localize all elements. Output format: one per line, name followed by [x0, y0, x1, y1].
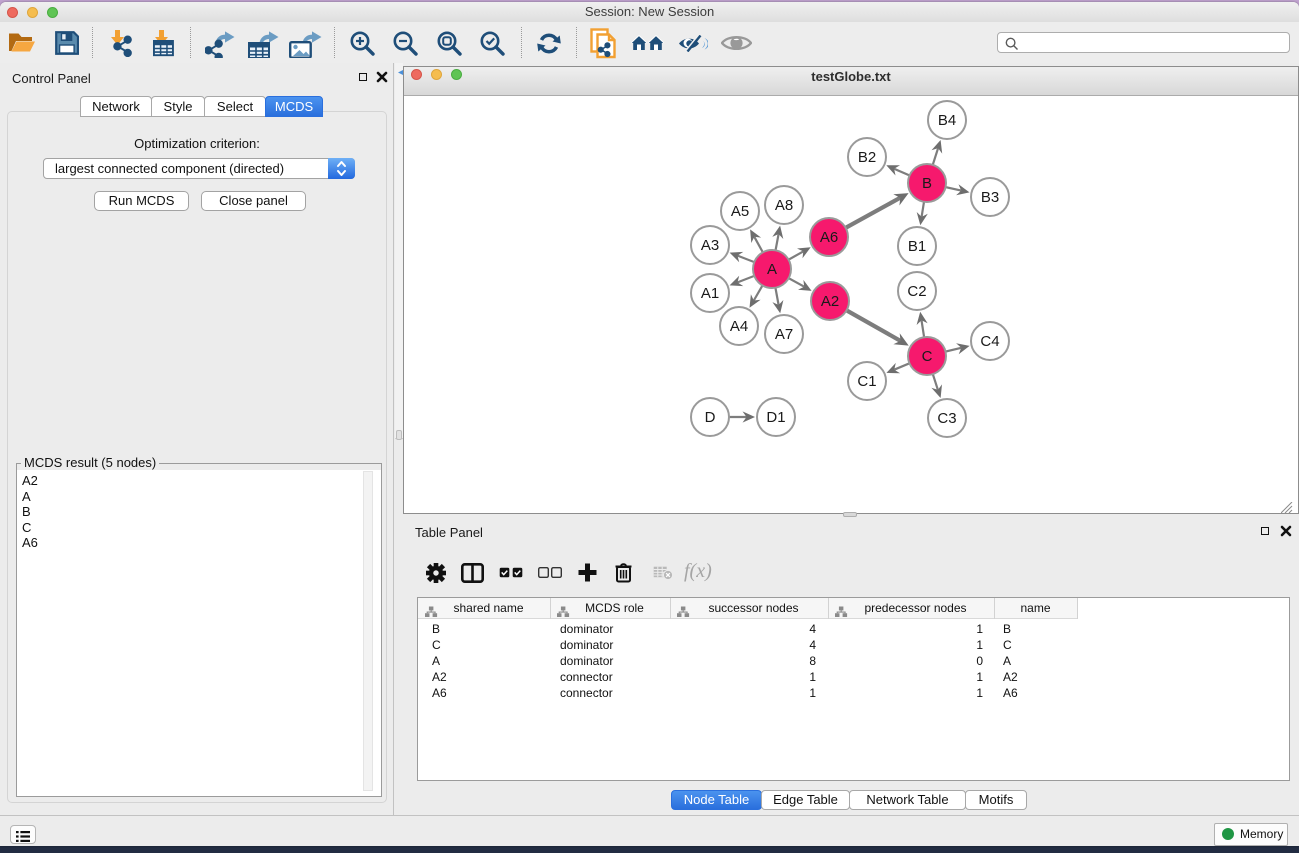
svg-text:D1: D1 — [766, 409, 785, 426]
svg-text:B3: B3 — [981, 189, 999, 206]
svg-text:C2: C2 — [907, 283, 926, 300]
svg-text:B2: B2 — [858, 149, 876, 166]
svg-text:A6: A6 — [820, 229, 838, 246]
svg-text:C: C — [922, 348, 933, 365]
svg-text:D: D — [705, 409, 716, 426]
svg-text:A2: A2 — [821, 293, 839, 310]
svg-text:B: B — [922, 175, 932, 192]
svg-text:B1: B1 — [908, 238, 926, 255]
svg-text:A7: A7 — [775, 326, 793, 343]
svg-text:A5: A5 — [731, 203, 749, 220]
svg-text:A1: A1 — [701, 285, 719, 302]
svg-text:A3: A3 — [701, 237, 719, 254]
svg-text:A4: A4 — [730, 318, 748, 335]
svg-text:A8: A8 — [775, 197, 793, 214]
svg-text:C1: C1 — [857, 373, 876, 390]
svg-text:A: A — [767, 261, 777, 278]
svg-text:C3: C3 — [937, 410, 956, 427]
svg-text:C4: C4 — [980, 333, 999, 350]
svg-text:B4: B4 — [938, 112, 956, 129]
